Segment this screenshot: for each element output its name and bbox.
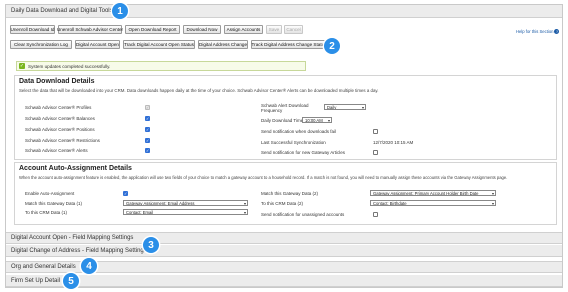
callout-marker-4: 4 [81,258,97,274]
profiles-checkbox[interactable] [145,105,150,110]
track-digital-address-change-status-button[interactable]: Track Digital Address Change Status [251,40,327,49]
data-download-description: Select the data that will be downloaded … [19,88,379,93]
balances-checkbox[interactable] [145,116,150,121]
page-frame: Daily Data Download and Digital Tools Un… [5,4,563,288]
help-icon: ? [554,29,560,34]
profiles-label: Schwab Advisor Center® Profiles [25,105,92,110]
notify-new-articles-checkbox[interactable] [373,150,378,155]
download-time-label: Daily Download Time [261,118,304,123]
chevron-down-icon: ▾ [243,201,246,206]
auto-assignment-panel: Account Auto-Assignment Details When the… [14,162,557,225]
alert-frequency-select[interactable]: Daily ▾ [324,104,366,110]
section-header-digital-account-open[interactable]: Digital Account Open - Field Mapping Set… [6,232,562,244]
download-now-button[interactable]: Download Now [183,25,221,34]
chevron-down-icon: ▾ [361,105,364,110]
positions-checkbox[interactable] [145,127,150,132]
check-icon: ✓ [19,63,25,69]
unenroll-download-id-button[interactable]: Unenroll Download Id [10,25,55,34]
match-gateway-1-label: Match this Gateway Data (1) [25,201,83,206]
last-sync-value: 12/7/2020 10:15 AM [373,140,414,145]
auto-assignment-description: When the account auto-assignment feature… [19,175,508,180]
section-title: Daily Data Download and Digital Tools [11,8,113,14]
notify-failed-label: Send notification when downloads fail [261,129,337,134]
cancel-button[interactable]: Cancel [284,25,303,34]
chevron-down-icon: ▾ [491,191,494,196]
enable-auto-assignment-checkbox[interactable] [123,191,128,196]
match-gateway-2-select[interactable]: Gateway Assignment: Primary Account Hold… [370,190,496,196]
match-gateway-2-label: Match this Gateway Data (2) [261,191,319,196]
chevron-down-icon: ▾ [243,210,246,215]
crm-data-1-label: To this CRM Data (1) [25,210,68,215]
restrictions-checkbox[interactable] [145,138,150,143]
positions-label: Schwab Advisor Center® Positions [25,127,95,132]
match-gateway-1-select[interactable]: Gateway Assignment: Email Address ▾ [123,200,248,206]
restrictions-label: Schwab Advisor Center® Restrictions [25,138,100,143]
alert-frequency-label: Schwab Alert Download Frequency [261,103,309,113]
unenroll-schwab-advisor-center-button[interactable]: Unenroll Schwab Advisor Center [57,25,123,34]
open-download-report-button[interactable]: Open Download Report [125,25,180,34]
chevron-down-icon: ▾ [491,201,494,206]
digital-address-change-button[interactable]: Digital Address Change [198,40,248,49]
notify-unassigned-label: Send notification for unassigned account… [261,212,345,217]
help-link[interactable]: Help for this Section ? [516,29,560,34]
auto-assignment-title: Account Auto-Assignment Details [19,165,132,172]
download-time-select[interactable]: 10:00 AM ▾ [302,117,332,123]
data-download-title: Data Download Details [19,78,95,85]
callout-marker-1: 1 [112,3,128,19]
chevron-down-icon: ▾ [327,118,330,123]
section-header-firm-set-up-detail[interactable]: Firm Set Up Detail [6,275,562,287]
digital-account-open-button[interactable]: Digital Account Open [75,40,120,49]
clear-synchronization-log-button[interactable]: Clear Synchronization Log [10,40,72,49]
data-download-details-panel: Data Download Details Select the data th… [14,75,557,160]
section-header-daily-download[interactable]: Daily Data Download and Digital Tools [6,5,562,18]
callout-marker-2: 2 [324,38,340,54]
section-header-digital-change-of-address[interactable]: Digital Change of Address - Field Mappin… [6,245,562,257]
crm-data-2-select[interactable]: Contact: Birthdate ▾ [370,200,496,206]
callout-marker-5: 5 [63,273,79,289]
callout-marker-3: 3 [143,237,159,253]
notify-failed-checkbox[interactable] [373,129,378,134]
success-text: System updates completed successfully. [28,63,111,69]
notify-unassigned-checkbox[interactable] [373,212,378,217]
last-sync-label: Last Successful Synchronization [261,140,326,145]
alerts-checkbox[interactable] [145,148,150,153]
alerts-label: Schwab Advisor Center® Alerts [25,148,88,153]
assign-accounts-button[interactable]: Assign Accounts [224,25,263,34]
track-digital-account-open-status-button[interactable]: Track Digital Account Open Status [123,40,195,49]
success-message: ✓ System updates completed successfully. [16,61,306,71]
crm-data-2-label: To this CRM Data (2) [261,201,304,206]
save-button[interactable]: Save [266,25,282,34]
notify-new-articles-label: Send notification for new Gateway Articl… [261,150,346,155]
enable-auto-assignment-label: Enable Auto-Assignment [25,191,75,196]
crm-data-1-select[interactable]: Contact: Email ▾ [123,209,248,215]
balances-label: Schwab Advisor Center® Balances [25,116,95,121]
